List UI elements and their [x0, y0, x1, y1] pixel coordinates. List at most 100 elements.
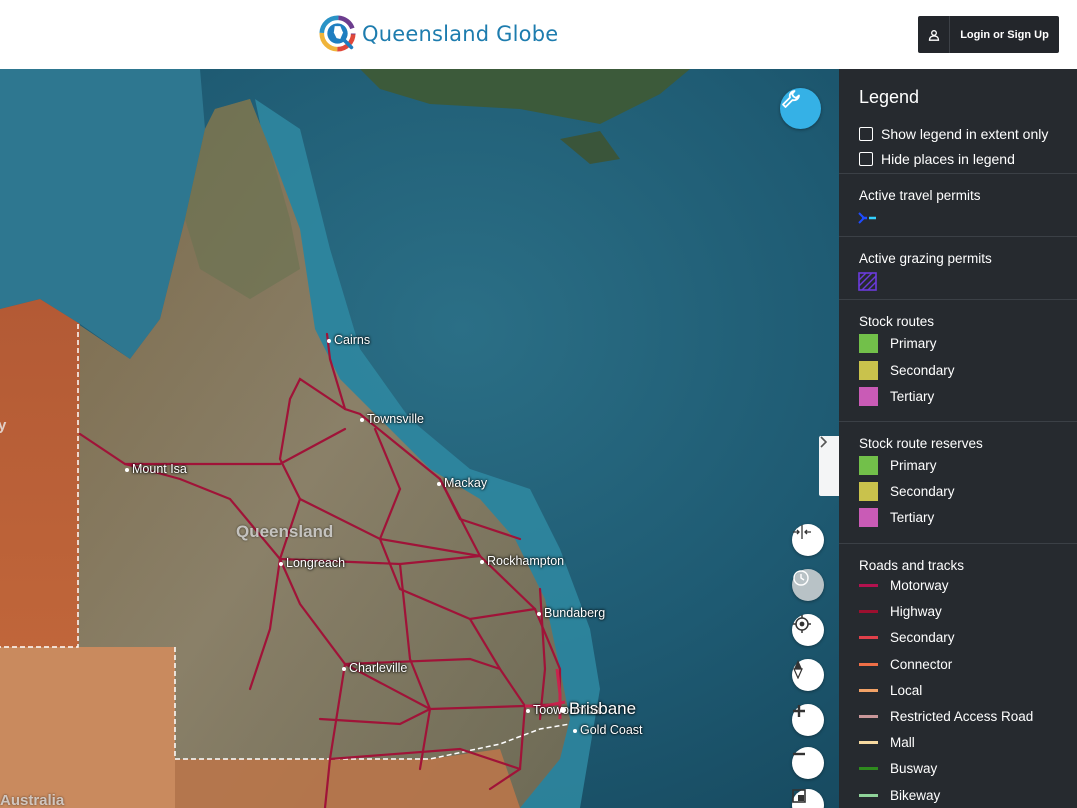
map-viewport[interactable]: Cairns Townsville Mount Isa Mackay Queenslan…	[0, 69, 839, 808]
checkbox-icon[interactable]	[859, 152, 873, 166]
place-dot-icon	[573, 728, 577, 733]
legend-item: Primary	[859, 456, 937, 475]
line-swatch	[859, 584, 878, 587]
divider	[839, 236, 1077, 237]
legend-section-title: Active grazing permits	[859, 251, 992, 266]
place-label[interactable]: Townsville	[360, 412, 424, 426]
travel-permit-symbol-icon	[858, 212, 876, 224]
line-swatch	[859, 793, 878, 797]
place-name: Brisbane	[569, 699, 637, 718]
tools-button[interactable]	[780, 88, 821, 129]
place-name: Charleville	[349, 661, 408, 675]
legend-item: Connector	[859, 657, 952, 672]
legend-item: Bikeway	[859, 788, 940, 803]
legend-item: Highway	[859, 604, 942, 619]
color-swatch	[859, 360, 878, 380]
legend-section-title: Roads and tracks	[859, 558, 965, 573]
place-name: Bundaberg	[544, 606, 606, 620]
legend-item-label: Connector	[890, 656, 953, 672]
legend-item-label: Bikeway	[890, 787, 941, 803]
line-swatch	[859, 662, 878, 666]
place-label[interactable]: Cairns	[327, 333, 370, 347]
place-label[interactable]: Mount Isa	[125, 462, 187, 476]
place-label[interactable]: Longreach	[279, 556, 345, 570]
place-dot-icon	[526, 708, 530, 713]
legend-item: Primary	[859, 334, 937, 353]
line-swatch	[859, 610, 878, 614]
place-name: Mount Isa	[132, 462, 187, 476]
place-label[interactable]: Australia	[0, 792, 64, 808]
compare-icon	[793, 525, 811, 539]
locate-button[interactable]	[792, 614, 824, 646]
legend-item-label: Motorway	[890, 578, 949, 593]
color-swatch	[859, 387, 878, 406]
legend-item-label: Tertiary	[890, 510, 935, 525]
checkbox-label: Hide places in legend	[881, 151, 1015, 167]
line-swatch	[859, 741, 878, 745]
divider	[839, 543, 1077, 544]
place-label[interactable]: Queensland	[236, 522, 333, 542]
legend-item-label: Primary	[890, 336, 937, 351]
line-swatch	[859, 715, 878, 718]
compass-button[interactable]	[792, 659, 824, 691]
satellite-imagery	[0, 69, 839, 808]
place-label[interactable]: Bundaberg	[537, 606, 605, 620]
divider	[839, 173, 1077, 174]
place-label[interactable]: Gold Coast	[573, 723, 643, 737]
app-title: Queensland Globe	[362, 21, 559, 46]
app-logo[interactable]: Queensland Globe	[319, 15, 558, 52]
place-name: Townsville	[367, 412, 424, 426]
legend-title: Legend	[859, 87, 920, 107]
zoom-in-icon	[793, 705, 805, 717]
hide-places-checkbox[interactable]: Hide places in legend	[859, 151, 1015, 167]
place-label[interactable]: Brisbane	[560, 699, 636, 719]
chevron-right-icon	[820, 436, 827, 448]
legend-item: Secondary	[859, 482, 955, 501]
show-extent-only-checkbox[interactable]: Show legend in extent only	[859, 126, 1048, 142]
color-swatch	[859, 482, 878, 501]
place-dot-icon	[480, 559, 484, 564]
line-swatch	[859, 636, 878, 640]
zoom-out-button[interactable]	[792, 747, 824, 779]
user-icon	[918, 16, 950, 53]
clipped-place-label: y	[0, 417, 7, 434]
collapse-legend-tab[interactable]	[819, 436, 839, 496]
legend-item: Restricted Access Road	[859, 709, 1033, 724]
color-swatch	[859, 334, 878, 353]
legend-item: Local	[859, 683, 922, 698]
line-swatch	[859, 688, 878, 692]
legend-item-label: Local	[890, 682, 923, 698]
zoom-out-icon	[793, 752, 805, 756]
legend-item: Motorway	[859, 578, 949, 593]
color-swatch	[859, 508, 878, 527]
legend-section-title: Stock routes	[859, 314, 935, 329]
legend-item-label: Secondary	[890, 484, 955, 499]
legend-item: Secondary	[859, 630, 955, 645]
screen-icon	[792, 789, 806, 803]
locate-icon	[793, 615, 811, 633]
place-dot-icon	[537, 611, 541, 616]
legend-item-label: Tertiary	[890, 389, 935, 404]
legend-item-label: Restricted Access Road	[890, 709, 1034, 724]
place-dot-icon	[560, 706, 566, 713]
zoom-in-button[interactable]	[792, 704, 824, 736]
login-button[interactable]: Login or Sign Up	[918, 16, 1059, 53]
app-header: Queensland Globe Login or Sign Up	[0, 0, 1077, 69]
globe-logo-icon	[319, 15, 356, 52]
compare-button[interactable]	[792, 524, 824, 556]
place-label[interactable]: Rockhampton	[480, 554, 564, 568]
place-label[interactable]: Mackay	[437, 476, 487, 490]
legend-panel: Legend Show legend in extent only Hide p…	[839, 69, 1077, 808]
history-icon	[793, 570, 809, 586]
legend-item: Busway	[859, 761, 937, 776]
legend-item-label: Primary	[890, 458, 937, 473]
history-button[interactable]	[792, 569, 824, 601]
place-dot-icon	[360, 417, 364, 422]
place-name: Gold Coast	[580, 723, 643, 737]
place-label[interactable]: Charleville	[342, 661, 407, 675]
legend-section-title: Active travel permits	[859, 188, 981, 203]
checkbox-icon[interactable]	[859, 127, 873, 141]
color-swatch	[859, 456, 878, 475]
legend-item-label: Highway	[890, 604, 942, 620]
place-dot-icon	[342, 666, 346, 671]
